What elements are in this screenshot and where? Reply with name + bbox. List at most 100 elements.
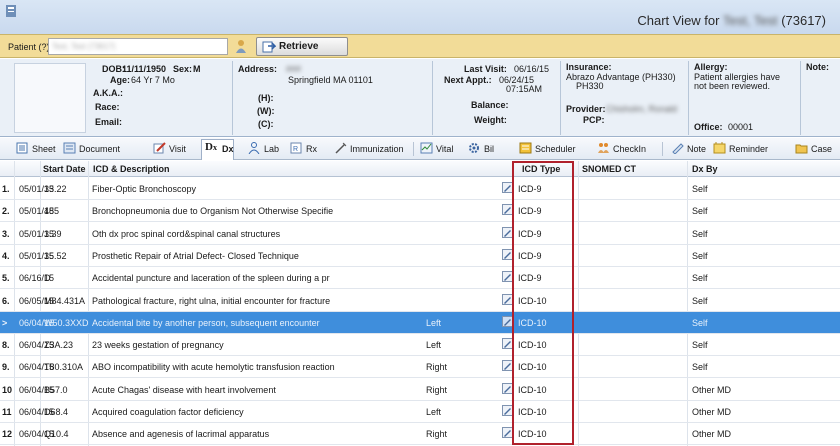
patient-search-input[interactable]: Test, Test (73617) <box>48 38 228 55</box>
table-row[interactable]: 6. 06/05/15 M84.431A Pathological fracture,… <box>0 290 840 312</box>
tab-bil-label: Bil <box>484 144 495 154</box>
row-description: 23 weeks gestation of pregnancy <box>92 340 224 351</box>
retrieve-button[interactable]: Retrieve <box>256 37 348 56</box>
row-number: 11 <box>2 407 12 417</box>
row-dx-by: Self <box>692 340 708 351</box>
last-visit-label: Last Visit: <box>464 64 507 74</box>
tab-document[interactable]: Document <box>63 140 120 158</box>
row-dx-by: Self <box>692 273 708 284</box>
table-row[interactable]: 8. 06/04/15 Z3A.23 23 weeks gestation of pr… <box>0 334 840 357</box>
case-folder-icon <box>795 144 808 154</box>
tab-dx[interactable]: Dx Dx <box>201 139 235 160</box>
tab-scheduler[interactable]: Scheduler <box>519 140 576 158</box>
tab-note[interactable]: Note <box>671 140 706 158</box>
tab-checkin[interactable]: CheckIn <box>597 140 646 158</box>
row-icd-code: D <box>44 273 51 284</box>
edit-icon[interactable] <box>502 427 513 439</box>
tab-rx-label: Rx <box>306 144 317 154</box>
tab-rx[interactable]: R Rx <box>290 140 317 158</box>
visit-icon <box>153 142 166 154</box>
row-icd-type: ICD-9 <box>518 228 542 239</box>
row-number: 2. <box>2 206 10 217</box>
tab-vital[interactable]: Vital <box>420 140 453 158</box>
row-laterality: Right <box>426 429 448 440</box>
table-row[interactable]: >06/04/15 W50.3XXD Accidental bite by anot… <box>0 311 840 334</box>
table-row[interactable]: 3. 05/01/15 3.39 Oth dx proc spinal cord&sp… <box>0 223 840 245</box>
table-row[interactable]: 5. 06/16/15 D Accidental puncture and lacer… <box>0 267 840 290</box>
office-label: Office: <box>694 122 723 132</box>
row-dx-by: Other MD <box>692 384 732 395</box>
row-description: Absence and agenesis of lacrimal apparat… <box>92 429 270 440</box>
separator <box>688 61 689 135</box>
edit-icon[interactable] <box>502 315 513 327</box>
row-icd-type: ICD-10 <box>518 384 547 395</box>
note-pencil-icon <box>672 143 684 154</box>
table-row[interactable]: 2. 05/01/15 485 Bronchopneumonia due to Org… <box>0 200 840 223</box>
col-start-date[interactable]: Start Date <box>43 164 86 174</box>
edit-icon[interactable] <box>502 405 513 416</box>
col-dx-by[interactable]: Dx By <box>692 164 718 174</box>
tab-immunization[interactable]: Immunization <box>334 140 404 158</box>
row-laterality: Left <box>426 340 442 351</box>
row-laterality: Left <box>426 317 442 328</box>
title-patient-id: (73617) <box>781 13 826 28</box>
demographics-panel: DOB: 11/11/1950 Sex: M Age: 64 Yr 7 Mo A… <box>0 59 840 137</box>
tab-lab[interactable]: Lab <box>248 140 279 158</box>
edit-icon[interactable] <box>502 182 513 193</box>
person-lookup-icon[interactable] <box>235 39 247 54</box>
col-snomed-ct[interactable]: SNOMED CT <box>582 164 636 174</box>
table-row[interactable]: 10 06/04/15 B57.0 Acute Chagas' disease wit… <box>0 379 840 401</box>
row-description: Prosthetic Repair of Atrial Defect- Clos… <box>92 250 299 261</box>
tab-reminder-label: Reminder <box>729 144 769 154</box>
scheduler-icon <box>519 142 532 154</box>
edit-icon[interactable] <box>502 248 513 260</box>
col-icd-type[interactable]: ICD Type <box>522 164 560 174</box>
toolbar-separator <box>662 142 663 156</box>
table-row[interactable]: 11 06/04/15 D68.4 Acquired coagulation fact… <box>0 401 840 423</box>
app-icon <box>6 5 16 17</box>
tab-sheet[interactable]: Sheet <box>16 140 56 158</box>
tab-reminder[interactable]: Reminder <box>713 140 768 158</box>
edit-icon[interactable] <box>502 204 513 216</box>
table-row[interactable]: 9. 06/04/15 T80.310A ABO incompatibility wi… <box>0 356 840 379</box>
table-row[interactable]: 12 06/04/15 Q10.4 Absence and agenesis of l… <box>0 423 840 446</box>
table-row[interactable]: 1. 05/01/15 33.22 Fiber-Optic Bronchoscopy I… <box>0 178 840 200</box>
table-row[interactable]: 4. 05/01/15 35.52 Prosthetic Repair of Atri… <box>0 245 840 267</box>
row-icd-code: 485 <box>44 206 60 217</box>
row-icd-code: M84.431A <box>44 295 86 306</box>
row-icd-code: W50.3XXD <box>44 317 89 328</box>
balance-label: Balance: <box>471 100 509 110</box>
row-description: Oth dx proc spinal cord&spinal canal str… <box>92 228 281 239</box>
row-number: > <box>2 317 8 328</box>
col-icd-description[interactable]: ICD & Description <box>93 164 170 174</box>
tab-visit[interactable]: Visit <box>153 140 186 158</box>
retrieve-icon <box>262 41 276 53</box>
edit-icon[interactable] <box>502 338 513 350</box>
race-label: Race: <box>95 102 120 112</box>
age-value: 64 Yr 7 Mo <box>131 75 175 85</box>
edit-icon[interactable] <box>502 382 513 394</box>
retrieve-label: Retrieve <box>279 41 319 52</box>
row-description: ABO incompatibility with acute hemolytic… <box>92 362 335 373</box>
edit-icon[interactable] <box>502 226 513 238</box>
tab-lab-label: Lab <box>264 144 280 154</box>
row-description: Accidental puncture and laceration of th… <box>92 273 330 284</box>
row-icd-type: ICD-10 <box>518 317 547 328</box>
row-description: Acquired coagulation factor deficiency <box>92 407 244 417</box>
edit-icon[interactable] <box>502 360 513 372</box>
insurance-line2: PH330 <box>576 81 604 91</box>
edit-icon[interactable] <box>502 293 513 305</box>
tab-case[interactable]: Case <box>795 140 832 158</box>
row-laterality: Left <box>426 407 442 417</box>
pcp-label: PCP: <box>583 115 605 125</box>
phone-work-label: (W): <box>257 106 275 116</box>
tab-bil[interactable]: Bil <box>468 140 494 158</box>
row-number: 6. <box>2 295 10 306</box>
toolbar-separator <box>413 142 414 156</box>
edit-icon[interactable] <box>502 271 513 283</box>
row-dx-by: Self <box>692 184 708 194</box>
row-icd-code: 3.39 <box>44 228 62 239</box>
row-description: Fiber-Optic Bronchoscopy <box>92 184 197 194</box>
lab-person-icon <box>248 142 260 154</box>
row-dx-by: Other MD <box>692 407 732 417</box>
